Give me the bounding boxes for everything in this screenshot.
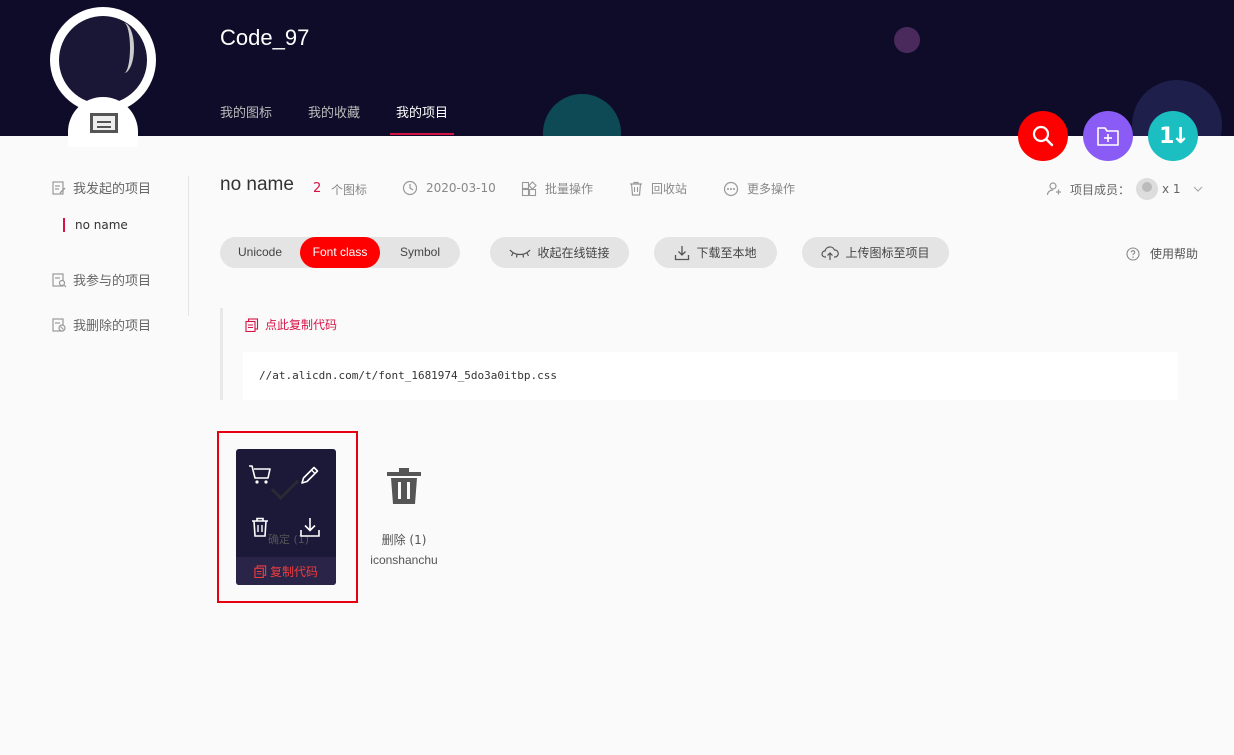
trash-icon bbox=[252, 517, 268, 537]
sort-button[interactable]: 1↓ bbox=[1148, 111, 1198, 161]
project-date: 2020-03-10 bbox=[402, 180, 496, 196]
edit-icon-button[interactable] bbox=[296, 461, 324, 489]
code-box[interactable]: //at.alicdn.com/t/font_1681974_5do3a0itb… bbox=[243, 352, 1178, 400]
sidebar-divider bbox=[188, 176, 189, 316]
decor-bubble bbox=[894, 27, 920, 53]
recycle-bin-label: 回收站 bbox=[651, 182, 688, 196]
tab-my-favorites[interactable]: 我的收藏 bbox=[308, 102, 360, 135]
clock-icon bbox=[402, 180, 418, 196]
sidebar-item-label: 我删除的项目 bbox=[73, 319, 152, 334]
icon-card[interactable]: 删除 (1) iconshanchu bbox=[364, 459, 444, 579]
project-title: no name bbox=[220, 174, 294, 195]
header-tabs: 我的图标 我的收藏 我的项目 bbox=[220, 102, 484, 135]
icon-count: 2 bbox=[313, 181, 322, 196]
help-link[interactable]: 使用帮助 bbox=[1126, 245, 1198, 262]
member-avatar bbox=[1136, 178, 1159, 200]
member-icon bbox=[1046, 182, 1061, 196]
icon-name: 删除 (1) bbox=[381, 533, 427, 547]
search-button[interactable] bbox=[1018, 111, 1068, 161]
code-panel: 点此复制代码 //at.alicdn.com/t/font_1681974_5d… bbox=[220, 308, 1178, 400]
add-to-cart-button[interactable] bbox=[246, 461, 274, 489]
cloud-upload-icon bbox=[821, 245, 840, 260]
sidebar-item-initiated[interactable]: 我发起的项目 bbox=[51, 178, 151, 197]
tab-my-icons[interactable]: 我的图标 bbox=[220, 102, 272, 135]
download-icon bbox=[675, 245, 690, 260]
icon-count-label: 个图标 bbox=[331, 183, 368, 197]
download-icon-button[interactable] bbox=[296, 513, 324, 541]
trash-icon bbox=[630, 181, 642, 196]
avatar-shine bbox=[114, 23, 134, 73]
help-label: 使用帮助 bbox=[1150, 247, 1199, 261]
more-actions-button[interactable]: 更多操作 bbox=[723, 180, 795, 197]
copy-code-label: 复制代码 bbox=[269, 564, 318, 579]
username: Code_97 bbox=[220, 25, 310, 50]
search-doc-icon bbox=[52, 272, 67, 287]
folder-add-icon bbox=[1097, 127, 1119, 146]
download-local-label: 下载至本地 bbox=[696, 246, 757, 260]
mode-unicode[interactable]: Unicode bbox=[220, 237, 300, 268]
sidebar-item-label: 我发起的项目 bbox=[73, 182, 152, 197]
more-actions-label: 更多操作 bbox=[747, 182, 796, 196]
check-icon bbox=[270, 471, 300, 501]
icon-card-hover[interactable]: 确定 (1) 复制代码 bbox=[236, 449, 336, 585]
copy-code-button[interactable]: 复制代码 bbox=[236, 557, 336, 585]
avatar-chest-box bbox=[90, 113, 118, 133]
delete-icon-button[interactable] bbox=[246, 513, 274, 541]
sidebar-item-deleted[interactable]: 我删除的项目 bbox=[51, 315, 151, 334]
edit-doc-icon bbox=[52, 180, 66, 195]
icon-code: iconshanchu bbox=[370, 553, 438, 567]
upload-icons-label: 上传图标至项目 bbox=[845, 246, 930, 260]
sidebar-item-participated[interactable]: 我参与的项目 bbox=[51, 270, 151, 289]
grid-icon bbox=[521, 180, 537, 196]
deleted-doc-icon bbox=[52, 317, 66, 332]
copy-code-link[interactable]: 点此复制代码 bbox=[245, 316, 337, 333]
collapse-online-link-button[interactable]: 收起在线链接 bbox=[490, 237, 629, 268]
project-date-text: 2020-03-10 bbox=[426, 181, 496, 195]
batch-operation-label: 批量操作 bbox=[545, 182, 594, 196]
collapse-online-link-label: 收起在线链接 bbox=[537, 246, 610, 260]
download-icon bbox=[300, 518, 320, 537]
batch-operation-button[interactable]: 批量操作 bbox=[521, 180, 593, 197]
members-label: 项目成员： bbox=[1070, 182, 1131, 197]
search-icon bbox=[1032, 125, 1054, 147]
avatar-visor bbox=[59, 16, 147, 104]
help-icon bbox=[1126, 246, 1140, 261]
eye-closed-icon bbox=[509, 249, 531, 258]
copy-code-label: 点此复制代码 bbox=[265, 318, 338, 332]
mode-symbol[interactable]: Symbol bbox=[380, 237, 460, 268]
chevron-down-icon bbox=[1193, 186, 1203, 192]
tab-my-projects[interactable]: 我的项目 bbox=[390, 102, 455, 135]
copy-icon bbox=[254, 564, 267, 578]
pencil-icon bbox=[301, 466, 319, 484]
project-members[interactable]: 项目成员： x 1 bbox=[1046, 178, 1203, 200]
sidebar-project-no-name[interactable]: no name bbox=[63, 218, 128, 232]
recycle-bin-button[interactable]: 回收站 bbox=[629, 180, 687, 197]
more-icon bbox=[723, 181, 739, 196]
copy-icon bbox=[245, 317, 259, 332]
trash-icon bbox=[387, 468, 421, 504]
mode-font-class[interactable]: Font class bbox=[300, 237, 380, 268]
sort-icon: 1↓ bbox=[1159, 123, 1190, 149]
sidebar-item-label: 我参与的项目 bbox=[73, 274, 152, 289]
download-local-button[interactable]: 下载至本地 bbox=[654, 237, 777, 268]
add-project-button[interactable] bbox=[1083, 111, 1133, 161]
code-mode-switch: Unicode Font class Symbol bbox=[220, 237, 460, 268]
decor-bubble bbox=[543, 94, 621, 136]
upload-icons-button[interactable]: 上传图标至项目 bbox=[802, 237, 949, 268]
css-link-code[interactable]: //at.alicdn.com/t/font_1681974_5do3a0itb… bbox=[259, 369, 557, 382]
cart-icon bbox=[249, 465, 271, 484]
members-count: x 1 bbox=[1162, 182, 1181, 196]
avatar[interactable] bbox=[50, 7, 156, 147]
